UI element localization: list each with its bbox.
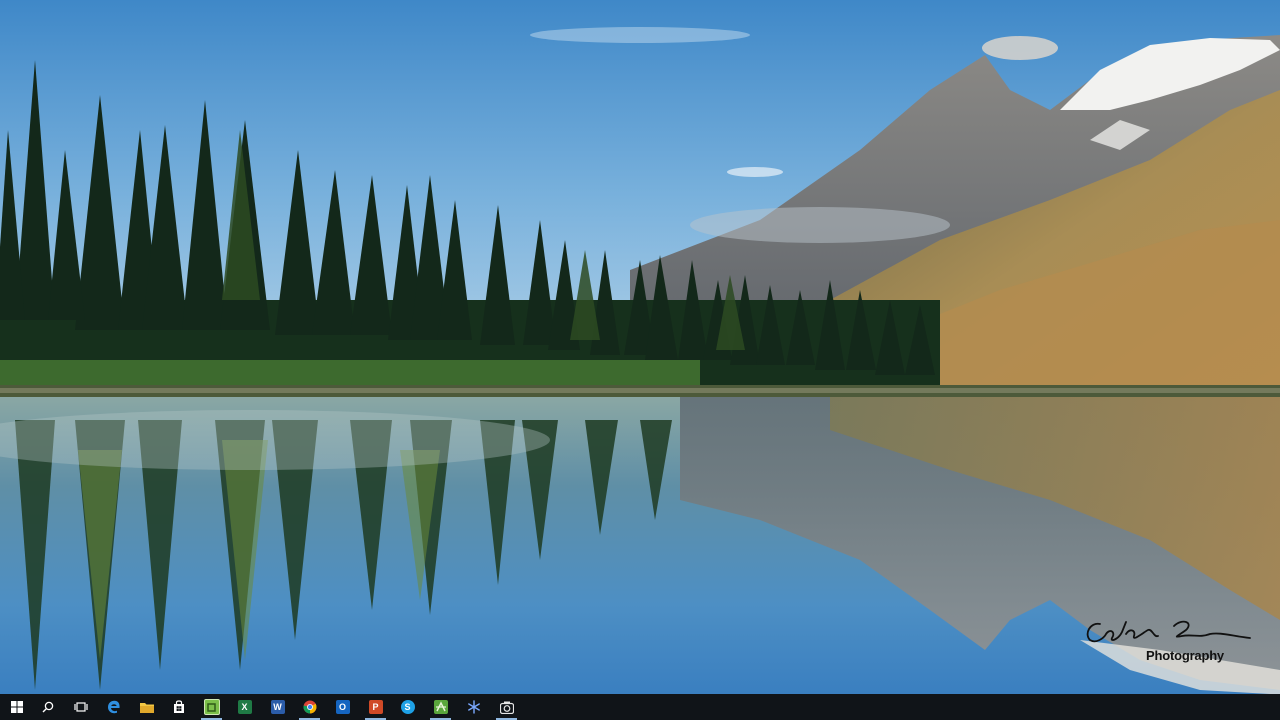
store-button[interactable]	[162, 694, 195, 720]
edge-button[interactable]	[97, 694, 130, 720]
outlook-button[interactable]: O	[326, 694, 359, 720]
snowflake-app-button[interactable]	[457, 694, 490, 720]
task-view-button[interactable]	[64, 694, 97, 720]
camera-app-button[interactable]	[490, 694, 523, 720]
greenshot-button[interactable]	[424, 694, 457, 720]
search-button[interactable]	[31, 694, 64, 720]
windows-logo-icon	[10, 701, 23, 713]
greenshot-icon	[433, 700, 448, 714]
camtasia-icon	[203, 699, 220, 715]
camtasia-button[interactable]	[195, 694, 228, 720]
chrome-button[interactable]	[293, 694, 326, 720]
edge-icon	[107, 700, 120, 714]
photographer-watermark: Photography	[1082, 612, 1257, 672]
wallpaper-image	[0, 0, 1280, 694]
excel-button[interactable]: X	[228, 694, 261, 720]
skype-button[interactable]: S	[391, 694, 424, 720]
word-icon: W	[270, 700, 285, 714]
powerpoint-button[interactable]: P	[359, 694, 392, 720]
store-icon	[173, 700, 184, 713]
chrome-icon	[302, 700, 316, 714]
start-button[interactable]	[0, 694, 33, 720]
signature-image	[1086, 620, 1251, 643]
snowflake-icon	[467, 700, 480, 714]
taskbar: X W O P S	[0, 694, 1280, 720]
search-icon	[42, 701, 53, 713]
powerpoint-icon: P	[368, 700, 383, 714]
outlook-icon: O	[335, 700, 350, 714]
skype-icon: S	[400, 700, 415, 714]
task-view-icon	[73, 702, 88, 712]
excel-icon: X	[237, 700, 252, 714]
folder-icon	[139, 703, 154, 713]
file-explorer-button[interactable]	[130, 694, 163, 720]
watermark-label: Photography	[1146, 648, 1224, 663]
word-button[interactable]: W	[261, 694, 294, 720]
desktop-wallpaper[interactable]: Photography	[0, 0, 1280, 694]
camera-icon	[499, 701, 514, 714]
